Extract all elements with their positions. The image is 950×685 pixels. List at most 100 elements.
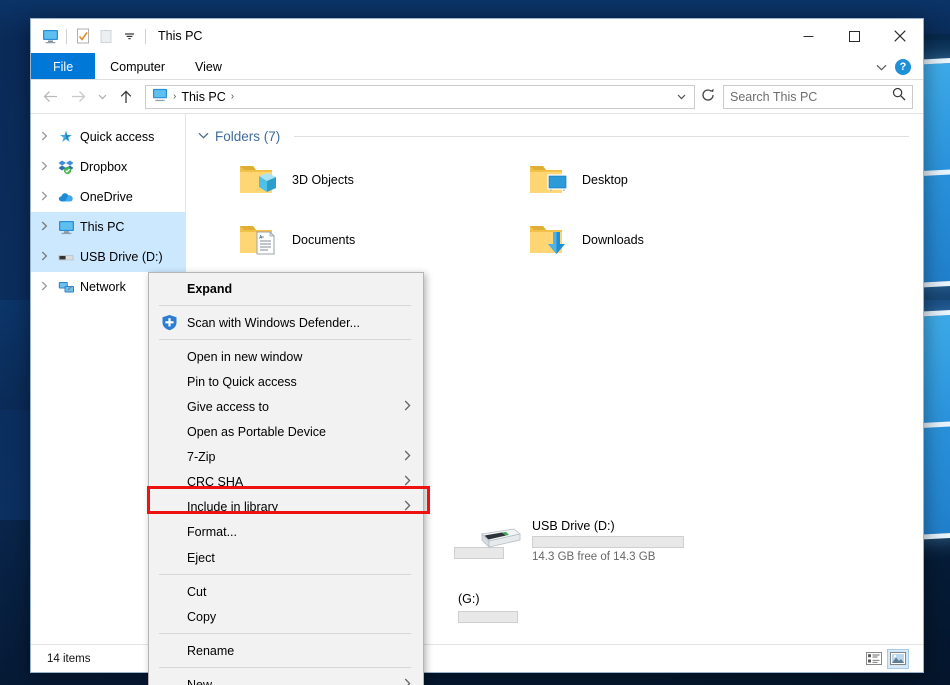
minimize-button[interactable] (785, 19, 831, 53)
usb-drive-icon (476, 521, 521, 561)
chevron-down-icon[interactable] (876, 58, 887, 76)
occluded-drive-bar (458, 611, 518, 623)
breadcrumb-separator-2[interactable]: › (230, 91, 235, 102)
address-bar-row: › This PC › (31, 80, 923, 113)
menu-item-expand[interactable]: Expand (149, 276, 423, 301)
device-free-space: 14.3 GB free of 14.3 GB (532, 551, 656, 563)
group-header-folders[interactable]: Folders (7) (186, 114, 923, 144)
breadcrumb-this-pc[interactable]: This PC (181, 90, 225, 104)
search-icon[interactable] (892, 87, 906, 106)
sidebar-label: Network (80, 280, 126, 294)
folder-tile-documents[interactable]: A Documents (236, 210, 526, 270)
refresh-icon[interactable] (697, 88, 719, 105)
details-view-icon[interactable] (863, 649, 885, 669)
toolbar-separator-1 (66, 28, 67, 44)
menu-item-new[interactable]: New (149, 672, 423, 685)
forward-button[interactable] (65, 85, 91, 109)
folder-documents-icon: A (236, 220, 280, 260)
menu-item-7-zip[interactable]: 7-Zip (149, 444, 423, 469)
item-count: 14 items (47, 652, 91, 665)
properties-icon[interactable] (72, 25, 94, 47)
tab-view[interactable]: View (180, 53, 237, 80)
chevron-right-icon[interactable] (36, 281, 52, 294)
folder-label: 3D Objects (292, 173, 354, 187)
monitor-icon[interactable] (152, 88, 168, 105)
group-title: Folders (7) (215, 128, 281, 144)
sidebar-label: USB Drive (D:) (80, 250, 163, 264)
tab-file[interactable]: File (31, 53, 96, 80)
chevron-right-icon[interactable] (36, 251, 52, 264)
annotation-highlight-format (147, 486, 430, 514)
menu-separator (159, 305, 411, 306)
folder-label: Documents (292, 233, 356, 247)
folder-downloads-icon (526, 220, 570, 260)
menu-item-format[interactable]: Format... (149, 519, 423, 545)
search-input[interactable] (730, 89, 892, 104)
search-box[interactable] (723, 84, 913, 109)
star-icon (57, 128, 75, 146)
maximize-button[interactable] (831, 19, 877, 53)
sidebar-item-usb-drive[interactable]: USB Drive (D:) (31, 242, 185, 272)
up-button[interactable] (113, 85, 139, 109)
monitor-icon[interactable] (39, 25, 61, 47)
chevron-right-icon[interactable] (36, 131, 52, 144)
dropbox-icon (57, 158, 75, 176)
menu-item-open-as-portable-device[interactable]: Open as Portable Device (149, 419, 423, 444)
tab-computer[interactable]: Computer (95, 53, 180, 80)
sidebar-item-dropbox[interactable]: Dropbox (31, 152, 185, 182)
device-label: USB Drive (D:) (532, 519, 615, 533)
menu-item-copy[interactable]: Copy (149, 604, 423, 629)
close-button[interactable] (877, 19, 923, 53)
toolbar-separator-2 (145, 28, 146, 44)
menu-item-cut[interactable]: Cut (149, 579, 423, 604)
menu-item-give-access-to[interactable]: Give access to (149, 394, 423, 419)
large-icons-view-icon[interactable] (887, 648, 909, 669)
recent-locations-button[interactable] (93, 85, 111, 109)
chevron-right-icon[interactable] (36, 161, 52, 174)
chevron-down-icon[interactable] (673, 92, 690, 102)
network-icon (57, 278, 75, 296)
monitor-icon (57, 218, 75, 236)
title-bar: This PC (31, 19, 923, 53)
new-folder-icon[interactable] (95, 25, 117, 47)
folder-label: Desktop (582, 173, 628, 187)
chevron-right-icon[interactable] (36, 221, 52, 234)
folder-tile-3d-objects[interactable]: 3D Objects (236, 150, 526, 210)
breadcrumb: › This PC › (152, 88, 235, 105)
address-bar[interactable]: › This PC › (145, 84, 695, 109)
menu-item-eject[interactable]: Eject (149, 545, 423, 570)
menu-item-pin-to-quick-access[interactable]: Pin to Quick access (149, 369, 423, 394)
folder-label: Downloads (582, 233, 644, 247)
sidebar-item-quick-access[interactable]: Quick access (31, 122, 185, 152)
ribbon-right-controls: ? (876, 53, 923, 80)
device-info: USB Drive (D:) 14.3 GB free of 14.3 GB (532, 519, 684, 563)
chevron-down-icon[interactable] (198, 130, 209, 142)
menu-item-rename[interactable]: Rename (149, 638, 423, 663)
breadcrumb-separator-1[interactable]: › (172, 91, 177, 102)
quick-access-toolbar: This PC (31, 25, 202, 47)
window-controls (785, 19, 923, 53)
context-menu[interactable]: Expand Scan with Windows Defender... Ope… (148, 272, 424, 685)
menu-separator (159, 574, 411, 575)
chevron-right-icon[interactable] (36, 191, 52, 204)
sidebar-item-this-pc[interactable]: This PC (31, 212, 185, 242)
sidebar-label: This PC (80, 220, 125, 234)
help-button[interactable]: ? (895, 58, 911, 75)
sidebar-item-onedrive[interactable]: OneDrive (31, 182, 185, 212)
view-mode-buttons (863, 648, 917, 669)
sidebar-label: Dropbox (80, 160, 128, 174)
folder-tile-placeholder (526, 270, 816, 328)
chevron-down-icon[interactable] (118, 25, 140, 47)
device-tile-usb-drive[interactable]: USB Drive (D:) 14.3 GB free of 14.3 GB (476, 510, 766, 572)
folder-desktop-icon (526, 160, 570, 200)
shield-icon (157, 314, 181, 331)
menu-separator (159, 339, 411, 340)
folder-tile-desktop[interactable]: Desktop (526, 150, 816, 210)
menu-item-scan-with-windows-defender[interactable]: Scan with Windows Defender... (149, 310, 423, 335)
ribbon-divider (31, 79, 923, 80)
back-button[interactable] (37, 85, 63, 109)
menu-item-open-in-new-window[interactable]: Open in new window (149, 344, 423, 369)
folder-tile-downloads[interactable]: Downloads (526, 210, 816, 270)
chevron-right-icon (404, 450, 413, 464)
menu-separator (159, 667, 411, 668)
